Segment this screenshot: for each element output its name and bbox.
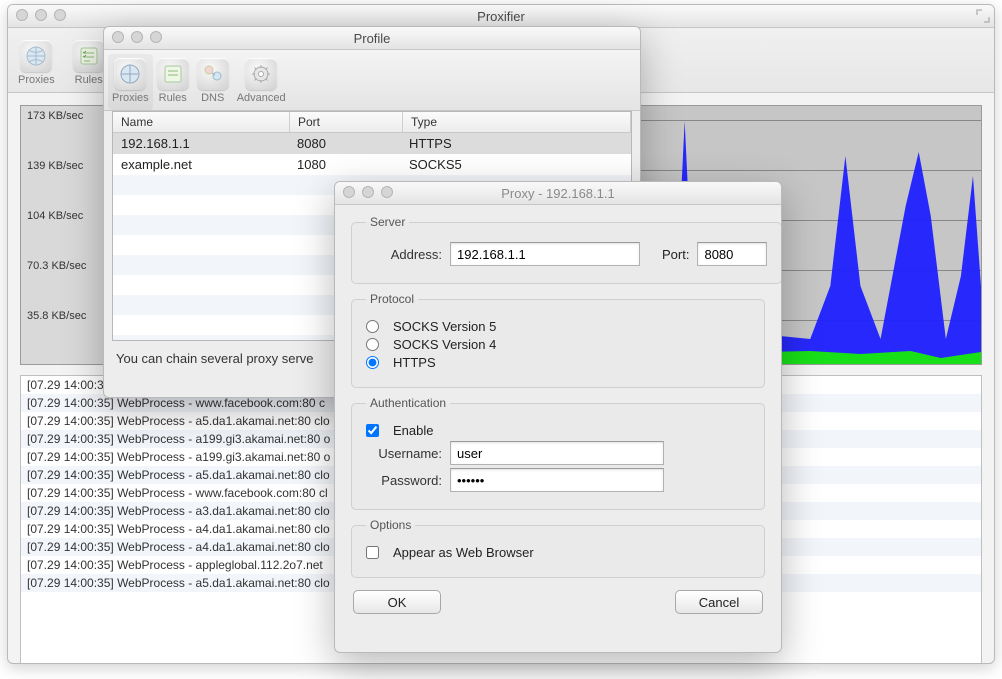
- profile-tab-advanced[interactable]: Advanced: [233, 54, 290, 110]
- globe-icon: [114, 58, 146, 90]
- main-traffic-lights: [16, 9, 66, 21]
- toolbar-rules-label: Rules: [75, 74, 103, 86]
- profile-tab-label: Advanced: [237, 92, 286, 104]
- password-label: Password:: [366, 473, 442, 488]
- y-tick: 35.8 KB/sec: [27, 310, 86, 322]
- globe-icon: [20, 40, 52, 72]
- proxy-titlebar[interactable]: Proxy - 192.168.1.1: [335, 182, 781, 205]
- port-label: Port:: [662, 247, 689, 262]
- auth-legend: Authentication: [366, 396, 450, 410]
- zoom-icon[interactable]: [381, 186, 393, 198]
- main-titlebar[interactable]: Proxifier: [8, 5, 994, 28]
- profile-tab-dns[interactable]: DNS: [193, 54, 233, 110]
- radio-socks4[interactable]: [366, 338, 379, 351]
- gear-icon: [245, 58, 277, 90]
- auth-group: Authentication Enable Username: Password…: [351, 396, 765, 510]
- profile-titlebar[interactable]: Profile: [104, 27, 640, 50]
- rules-icon: [73, 40, 105, 72]
- col-header-type[interactable]: Type: [403, 112, 631, 132]
- ok-button[interactable]: OK: [353, 590, 441, 614]
- main-title: Proxifier: [477, 9, 525, 24]
- table-row[interactable]: 192.168.1.18080HTTPS: [113, 133, 631, 154]
- auth-enable-checkbox[interactable]: [366, 424, 379, 437]
- fullscreen-icon[interactable]: [976, 9, 990, 23]
- profile-title: Profile: [354, 31, 391, 46]
- profile-traffic-lights: [112, 31, 162, 43]
- server-group: Server Address: Port:: [351, 215, 782, 284]
- options-group: Options Appear as Web Browser: [351, 518, 765, 578]
- rules-icon: [157, 58, 189, 90]
- options-legend: Options: [366, 518, 415, 532]
- toolbar-proxies-label: Proxies: [18, 74, 55, 86]
- y-tick: 70.3 KB/sec: [27, 260, 86, 272]
- appear-checkbox[interactable]: [366, 546, 379, 559]
- protocol-group: Protocol SOCKS Version 5 SOCKS Version 4…: [351, 292, 765, 388]
- profile-tab-label: Proxies: [112, 92, 149, 104]
- profile-tab-label: Rules: [159, 92, 187, 104]
- auth-enable-label: Enable: [393, 423, 433, 438]
- cell-name: 192.168.1.1: [113, 133, 289, 154]
- profile-tab-label: DNS: [201, 92, 224, 104]
- radio-https-label: HTTPS: [393, 355, 436, 370]
- profile-toolbar: Proxies Rules DNS Advanced: [104, 50, 640, 111]
- y-tick: 139 KB/sec: [27, 160, 83, 172]
- cell-type: HTTPS: [401, 133, 631, 154]
- address-label: Address:: [366, 247, 442, 262]
- cell-type: SOCKS5: [401, 154, 631, 175]
- profile-tab-rules[interactable]: Rules: [153, 54, 193, 110]
- cell-port: 1080: [289, 154, 401, 175]
- cell-name: example.net: [113, 154, 289, 175]
- dns-icon: [197, 58, 229, 90]
- address-input[interactable]: [450, 242, 640, 266]
- password-input[interactable]: [450, 468, 664, 492]
- minimize-icon[interactable]: [35, 9, 47, 21]
- cancel-button[interactable]: Cancel: [675, 590, 763, 614]
- username-label: Username:: [366, 446, 442, 461]
- zoom-icon[interactable]: [54, 9, 66, 21]
- col-header-name[interactable]: Name: [113, 112, 290, 132]
- chart-y-axis: 173 KB/sec 139 KB/sec 104 KB/sec 70.3 KB…: [21, 106, 108, 364]
- radio-socks5[interactable]: [366, 320, 379, 333]
- minimize-icon[interactable]: [362, 186, 374, 198]
- y-tick: 173 KB/sec: [27, 110, 83, 122]
- table-header: Name Port Type: [113, 112, 631, 133]
- close-icon[interactable]: [16, 9, 28, 21]
- y-tick: 104 KB/sec: [27, 210, 83, 222]
- username-input[interactable]: [450, 441, 664, 465]
- profile-tab-proxies[interactable]: Proxies: [108, 54, 153, 110]
- zoom-icon[interactable]: [150, 31, 162, 43]
- server-legend: Server: [366, 215, 409, 229]
- radio-https[interactable]: [366, 356, 379, 369]
- protocol-legend: Protocol: [366, 292, 418, 306]
- appear-label: Appear as Web Browser: [393, 545, 534, 560]
- table-row[interactable]: example.net1080SOCKS5: [113, 154, 631, 175]
- proxy-dialog-title: Proxy - 192.168.1.1: [501, 186, 614, 201]
- radio-socks4-label: SOCKS Version 4: [393, 337, 496, 352]
- col-header-port[interactable]: Port: [290, 112, 403, 132]
- close-icon[interactable]: [112, 31, 124, 43]
- minimize-icon[interactable]: [131, 31, 143, 43]
- proxy-traffic-lights: [343, 186, 393, 198]
- cell-port: 8080: [289, 133, 401, 154]
- radio-socks5-label: SOCKS Version 5: [393, 319, 496, 334]
- toolbar-proxies[interactable]: Proxies: [14, 36, 59, 92]
- close-icon[interactable]: [343, 186, 355, 198]
- port-input[interactable]: [697, 242, 767, 266]
- proxy-dialog: Proxy - 192.168.1.1 Server Address: Port…: [334, 181, 782, 653]
